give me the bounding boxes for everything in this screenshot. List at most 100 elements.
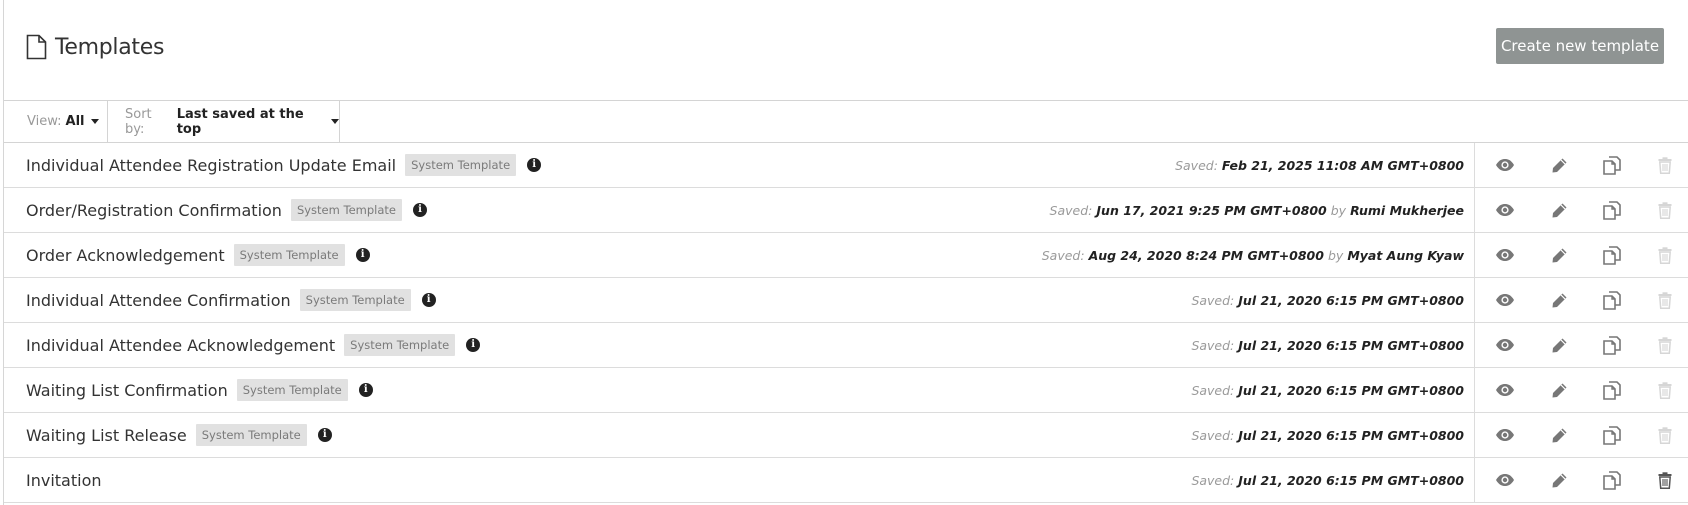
preview-eye-icon[interactable] (1495, 245, 1515, 265)
duplicate-copy-icon[interactable] (1602, 245, 1622, 265)
edit-pencil-icon[interactable] (1549, 425, 1569, 445)
template-name[interactable]: Individual Attendee Acknowledgement (26, 336, 335, 355)
delete-trash-icon (1655, 245, 1675, 265)
saved-label: Saved: (1175, 157, 1218, 173)
duplicate-copy-icon[interactable] (1602, 425, 1622, 445)
template-row: Waiting List Release System Template i Save… (4, 413, 1688, 458)
info-icon[interactable]: i (421, 293, 436, 307)
template-name-cell: Waiting List Confirmation System Template… (26, 368, 373, 412)
duplicate-copy-icon[interactable] (1602, 155, 1622, 175)
duplicate-copy-icon[interactable] (1602, 290, 1622, 310)
template-name[interactable]: Waiting List Release (26, 426, 187, 445)
row-actions (1474, 143, 1688, 187)
by-label: by (1330, 202, 1347, 218)
duplicate-copy-icon[interactable] (1602, 200, 1622, 220)
template-row: Order/Registration Confirmation System Te… (4, 188, 1688, 233)
preview-eye-icon[interactable] (1495, 425, 1515, 445)
document-icon (26, 34, 47, 60)
duplicate-copy-icon[interactable] (1602, 380, 1622, 400)
edit-pencil-icon[interactable] (1549, 335, 1569, 355)
saved-label: Saved: (1191, 472, 1235, 488)
saved-info: Saved: Aug 24, 2020 8:24 PM GMT+0800 by Mya… (1042, 233, 1464, 277)
delete-trash-icon (1655, 380, 1675, 400)
saved-info: Saved: Jul 21, 2020 6:15 PM GMT+0800 (1191, 323, 1464, 367)
delete-trash-icon (1655, 425, 1675, 445)
view-filter-label: View: (27, 114, 62, 129)
template-name[interactable]: Invitation (26, 471, 102, 490)
template-name[interactable]: Order/Registration Confirmation (26, 201, 282, 220)
edit-pencil-icon[interactable] (1549, 245, 1569, 265)
duplicate-copy-icon[interactable] (1602, 335, 1622, 355)
system-template-badge: System Template (290, 199, 402, 221)
template-row: Individual Attendee Confirmation System T… (4, 278, 1688, 323)
edit-pencil-icon[interactable] (1549, 155, 1569, 175)
view-filter-dropdown[interactable]: View: All (4, 101, 108, 142)
edit-pencil-icon[interactable] (1549, 380, 1569, 400)
preview-eye-icon[interactable] (1495, 155, 1515, 175)
info-icon[interactable]: i (412, 203, 427, 217)
caret-down-icon (331, 119, 339, 124)
row-actions (1474, 188, 1688, 232)
preview-eye-icon[interactable] (1495, 200, 1515, 220)
template-name-cell: Waiting List Release System Template i (26, 413, 332, 457)
saved-info: Saved: Jul 21, 2020 6:15 PM GMT+0800 (1191, 413, 1464, 457)
saved-date: Jun 17, 2021 9:25 PM GMT+0800 (1096, 202, 1327, 218)
row-actions (1474, 233, 1688, 277)
page-header: Templates Create new template (4, 0, 1688, 101)
view-filter-value: All (65, 114, 85, 129)
template-row: Order Acknowledgement System Template i Sav… (4, 233, 1688, 278)
saved-author: Myat Aung Kyaw (1347, 247, 1464, 263)
row-actions (1474, 458, 1688, 502)
edit-pencil-icon[interactable] (1549, 290, 1569, 310)
template-name[interactable]: Individual Attendee Registration Update … (26, 156, 396, 175)
template-name[interactable]: Waiting List Confirmation (26, 381, 228, 400)
info-icon[interactable]: i (466, 338, 481, 352)
saved-date: Jul 21, 2020 6:15 PM GMT+0800 (1238, 427, 1464, 443)
template-name-cell: Invitation (26, 458, 102, 502)
delete-trash-icon (1655, 290, 1675, 310)
system-template-badge: System Template (233, 244, 345, 266)
system-template-badge: System Template (236, 379, 348, 401)
template-name-cell: Order Acknowledgement System Template i (26, 233, 370, 277)
sort-dropdown[interactable]: Sort by: Last saved at the top (108, 101, 340, 142)
system-template-badge: System Template (299, 289, 411, 311)
saved-label: Saved: (1191, 292, 1235, 308)
saved-info: Saved: Jul 21, 2020 6:15 PM GMT+0800 (1191, 278, 1464, 322)
template-name[interactable]: Individual Attendee Confirmation (26, 291, 291, 310)
info-icon[interactable]: i (355, 248, 370, 262)
preview-eye-icon[interactable] (1495, 470, 1515, 490)
edit-pencil-icon[interactable] (1549, 200, 1569, 220)
saved-date: Aug 24, 2020 8:24 PM GMT+0800 (1088, 247, 1324, 263)
delete-trash-icon (1655, 335, 1675, 355)
template-row: Individual Attendee Registration Update … (4, 143, 1688, 188)
saved-label: Saved: (1049, 202, 1093, 218)
system-template-badge: System Template (405, 154, 517, 176)
saved-date: Jul 21, 2020 6:15 PM GMT+0800 (1238, 337, 1464, 353)
create-template-button[interactable]: Create new template (1496, 28, 1664, 64)
saved-label: Saved: (1191, 382, 1235, 398)
template-name-cell: Individual Attendee Acknowledgement Syste… (26, 323, 481, 367)
system-template-badge: System Template (344, 334, 456, 356)
info-icon[interactable]: i (317, 428, 332, 442)
row-actions (1474, 413, 1688, 457)
saved-info: Saved: Jun 17, 2021 9:25 PM GMT+0800 by Rum… (1050, 188, 1464, 232)
template-list: Individual Attendee Registration Update … (4, 143, 1688, 503)
duplicate-copy-icon[interactable] (1602, 470, 1622, 490)
delete-trash-icon (1655, 200, 1675, 220)
preview-eye-icon[interactable] (1495, 290, 1515, 310)
delete-trash-icon[interactable] (1655, 470, 1675, 490)
caret-down-icon (90, 119, 99, 124)
info-icon[interactable]: i (527, 158, 542, 172)
delete-trash-icon (1655, 155, 1675, 175)
saved-date: Jul 21, 2020 6:15 PM GMT+0800 (1238, 472, 1464, 488)
saved-label: Saved: (1191, 427, 1235, 443)
preview-eye-icon[interactable] (1495, 380, 1515, 400)
preview-eye-icon[interactable] (1495, 335, 1515, 355)
title-wrap: Templates (26, 34, 164, 60)
edit-pencil-icon[interactable] (1549, 470, 1569, 490)
page-title: Templates (55, 34, 165, 60)
template-row: Individual Attendee Acknowledgement Syste… (4, 323, 1688, 368)
template-name-cell: Individual Attendee Registration Update … (26, 143, 542, 187)
info-icon[interactable]: i (358, 383, 373, 397)
template-name[interactable]: Order Acknowledgement (26, 246, 225, 265)
